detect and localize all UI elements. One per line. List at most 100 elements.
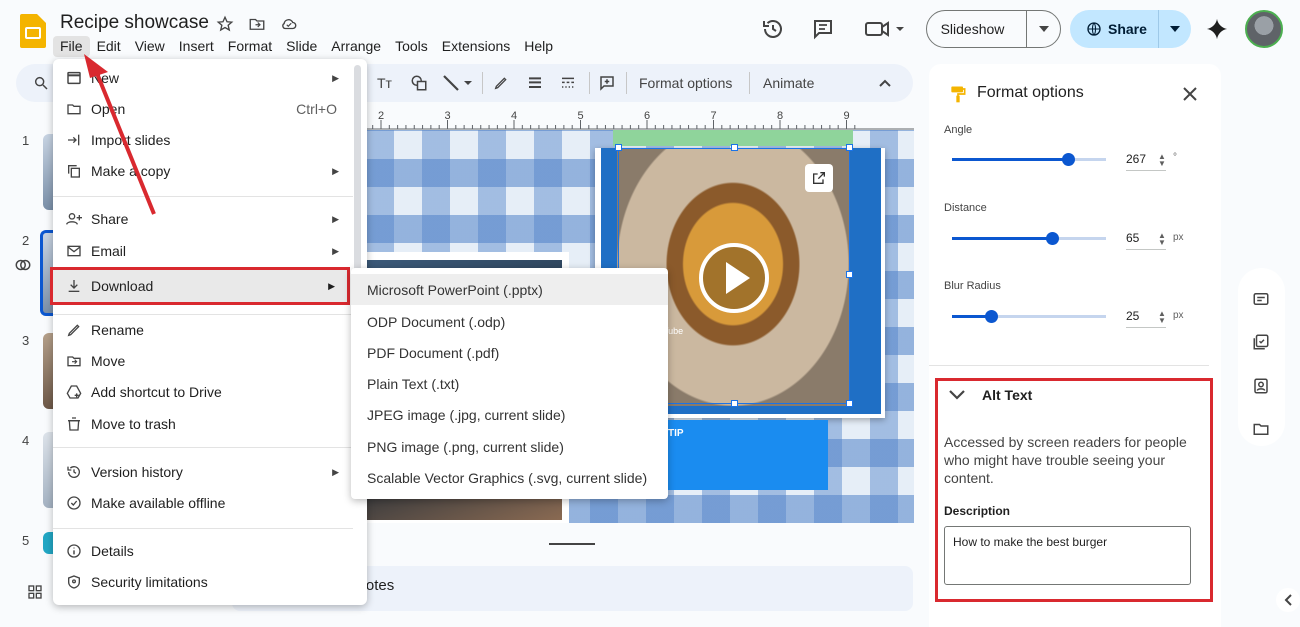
chevron-left-icon[interactable] [1276, 588, 1300, 612]
chevron-down-icon[interactable] [1027, 26, 1060, 32]
description-field[interactable] [944, 526, 1191, 585]
menu-help[interactable]: Help [517, 36, 560, 57]
avatar[interactable] [1245, 10, 1283, 48]
new-icon [64, 70, 84, 86]
menu-item-add-shortcut[interactable]: Add shortcut to Drive [53, 377, 367, 407]
distance-slider[interactable] [952, 232, 1106, 245]
share-dropdown-icon[interactable] [1159, 26, 1191, 32]
keep-icon[interactable] [1252, 290, 1270, 308]
blur-spinner-icon[interactable]: ▲ ▼ [1158, 310, 1166, 325]
collapse-toolbar-icon[interactable] [878, 73, 892, 93]
menu-item-move[interactable]: Move [53, 346, 367, 376]
slides-logo[interactable] [20, 14, 46, 48]
tasks-icon[interactable] [1252, 333, 1270, 351]
tip-box[interactable]: TIP [662, 420, 828, 490]
alt-text-title[interactable]: Alt Text [982, 387, 1032, 403]
ruler-tick-label: 2 [378, 110, 385, 122]
person-add-icon [64, 211, 84, 227]
slide-number: 4 [22, 433, 30, 448]
grid-view-icon[interactable] [27, 584, 43, 600]
angle-spinner-icon[interactable]: ▲ ▼ [1158, 153, 1166, 168]
shield-icon [64, 574, 84, 590]
slideshow-button[interactable]: Slideshow [926, 10, 1061, 48]
menu-scrollbar[interactable] [354, 65, 361, 290]
document-title[interactable]: Recipe showcase [60, 12, 209, 34]
menu-item-rename[interactable]: Rename [53, 315, 367, 345]
line-dash-icon[interactable] [560, 73, 576, 93]
menu-edit[interactable]: Edit [90, 36, 128, 57]
blur-slider[interactable] [952, 310, 1106, 323]
add-comment-icon[interactable] [598, 73, 616, 93]
slideshow-label[interactable]: Slideshow [927, 11, 1027, 47]
download-pdf[interactable]: PDF Document (.pdf) [351, 337, 668, 368]
menu-format[interactable]: Format [221, 36, 279, 57]
menu-item-security-limitations[interactable]: Security limitations [53, 567, 367, 597]
share-button[interactable]: Share [1070, 10, 1191, 48]
download-png[interactable]: PNG image (.png, current slide) [351, 431, 668, 462]
menu-file[interactable]: File [53, 36, 90, 57]
menu-item-new[interactable]: New ▶ [53, 63, 367, 93]
download-submenu: Microsoft PowerPoint (.pptx) ODP Documen… [351, 268, 668, 499]
menu-slide[interactable]: Slide [279, 36, 324, 57]
menu-tools[interactable]: Tools [388, 36, 435, 57]
slide-thumbnail[interactable] [43, 532, 53, 554]
distance-spinner-icon[interactable]: ▲ ▼ [1158, 232, 1166, 247]
move-folder-icon[interactable] [247, 14, 267, 34]
folder-icon [64, 101, 84, 117]
distance-unit: px [1173, 232, 1184, 243]
menu-item-move-to-trash[interactable]: Move to trash [53, 409, 367, 439]
link-icon [14, 256, 32, 274]
offline-icon [64, 495, 84, 511]
info-icon [64, 543, 84, 559]
meet-video-icon[interactable] [862, 16, 906, 42]
download-jpg[interactable]: JPEG image (.jpg, current slide) [351, 399, 668, 430]
format-panel-title: Format options [977, 84, 1084, 101]
search-menus-icon[interactable] [33, 73, 49, 93]
format-options-button[interactable]: Format options [639, 73, 732, 93]
slide-thumbnail[interactable] [43, 432, 53, 508]
notes-resize-handle[interactable] [549, 543, 595, 545]
menu-item-share[interactable]: Share ▶ [53, 204, 367, 234]
menu-item-email[interactable]: Email ▶ [53, 236, 367, 266]
folder-icon[interactable] [1252, 420, 1270, 438]
menu-view[interactable]: View [128, 36, 172, 57]
pen-icon[interactable] [493, 73, 509, 93]
email-icon [64, 243, 84, 259]
gemini-sparkle-icon[interactable] [1206, 18, 1228, 40]
menu-arrange[interactable]: Arrange [324, 36, 388, 57]
copy-icon [64, 163, 84, 179]
line-icon[interactable] [442, 73, 472, 93]
version-history-icon[interactable] [760, 16, 786, 42]
angle-slider[interactable] [952, 153, 1106, 166]
slide-thumbnail[interactable] [43, 333, 53, 409]
ruler-tick-label: 8 [777, 110, 784, 122]
menu-item-open[interactable]: Open Ctrl+O [53, 94, 367, 124]
menu-item-import-slides[interactable]: Import slides [53, 125, 367, 155]
text-box-icon[interactable]: Tт [376, 73, 396, 93]
slide-number: 2 [22, 233, 30, 248]
contacts-icon[interactable] [1252, 377, 1270, 395]
download-pptx[interactable]: Microsoft PowerPoint (.pptx) [351, 274, 668, 305]
menu-item-make-a-copy[interactable]: Make a copy ▶ [53, 156, 367, 186]
line-weight-icon[interactable] [527, 73, 543, 93]
shape-icon[interactable] [410, 73, 428, 93]
menu-insert[interactable]: Insert [172, 36, 221, 57]
slide-thumbnail[interactable] [43, 134, 53, 210]
close-icon[interactable] [1182, 86, 1198, 102]
animate-button[interactable]: Animate [763, 73, 814, 93]
menu-item-download[interactable]: Download ▶ [50, 267, 350, 305]
star-icon[interactable] [215, 14, 235, 34]
comments-icon[interactable] [810, 16, 836, 42]
download-txt[interactable]: Plain Text (.txt) [351, 368, 668, 399]
menu-item-offline[interactable]: Make available offline [53, 488, 367, 518]
cloud-status-icon[interactable] [279, 14, 299, 34]
menu-item-version-history[interactable]: Version history ▶ [53, 457, 367, 487]
tip-label: TIP [668, 428, 684, 439]
download-odp[interactable]: ODP Document (.odp) [351, 306, 668, 337]
share-label: Share [1108, 21, 1147, 37]
menu-extensions[interactable]: Extensions [435, 36, 517, 57]
menu-item-details[interactable]: Details [53, 536, 367, 566]
distance-label: Distance [944, 202, 987, 214]
download-svg[interactable]: Scalable Vector Graphics (.svg, current … [351, 462, 668, 493]
chevron-down-icon[interactable] [948, 389, 966, 401]
